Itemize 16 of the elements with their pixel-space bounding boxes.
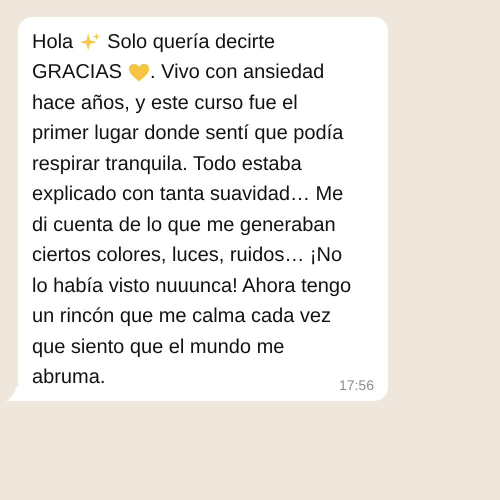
- message-time: 17:56: [338, 377, 374, 393]
- message-text: GRACIAS: [32, 61, 122, 84]
- message-text: abruma.: [32, 366, 106, 390]
- heart-icon: [128, 62, 150, 84]
- message-text: ciertos colores, luces, ruidos… ¡No: [32, 244, 342, 268]
- message-text: un rincón que me calma cada vez: [32, 305, 332, 328]
- message-text: explicado con tanta suavidad… Me: [32, 183, 344, 206]
- message-text: hace años, y este curso fue el: [32, 92, 298, 115]
- message-text: lo había visto nuuunca! Ahora tengo: [32, 274, 352, 298]
- message-text: Hola: [32, 30, 74, 54]
- message-text: que siento que el mundo me: [32, 336, 284, 359]
- message-text: respirar tranquila. Todo estaba: [32, 152, 302, 176]
- message-text: Solo quería decirte: [107, 30, 276, 54]
- message-text: primer lugar donde sentí que podía: [32, 122, 344, 146]
- message-text: . Vivo con ansiedad: [150, 61, 324, 84]
- message-text: di cuenta de lo que me generaban: [32, 214, 336, 237]
